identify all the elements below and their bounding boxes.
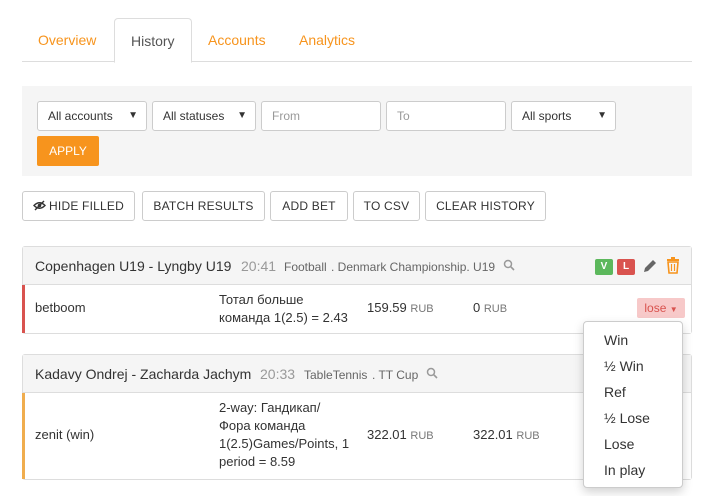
menu-item-in-play[interactable]: In play	[584, 457, 682, 483]
match-time: 20:41	[241, 258, 277, 274]
payout-amount: 0 RUB	[473, 300, 507, 315]
hide-filled-button[interactable]: HIDE FILLED	[22, 191, 135, 221]
accounts-select-value: All accounts	[48, 109, 113, 123]
status-dropdown-button[interactable]: lose ▼	[637, 298, 685, 318]
payout-currency: RUB	[483, 303, 508, 315]
stake-amount: 322.01 RUB	[367, 427, 434, 442]
to-csv-button[interactable]: TO CSV	[353, 191, 420, 221]
caret-down-icon: ▼	[669, 305, 678, 314]
league-name: . TT Cup	[372, 368, 419, 382]
payout-value: 322.01	[473, 427, 513, 442]
search-icon[interactable]	[503, 259, 515, 274]
status-bar	[22, 393, 25, 479]
clear-history-button[interactable]: CLEAR HISTORY	[425, 191, 546, 221]
search-icon[interactable]	[426, 367, 438, 382]
from-date-input[interactable]: From	[261, 101, 381, 131]
statuses-select-value: All statuses	[163, 109, 225, 123]
chevron-down-icon: ▼	[597, 110, 607, 121]
menu-item-half-win[interactable]: ½ Win	[584, 353, 682, 379]
account-name: betboom	[35, 300, 86, 315]
add-bet-button[interactable]: ADD BET	[270, 191, 348, 221]
sport-name: Football	[284, 260, 327, 274]
league-name: . Denmark Championship. U19	[331, 260, 496, 274]
tab-analytics[interactable]: Analytics	[283, 18, 371, 62]
stake-currency: RUB	[410, 303, 434, 315]
account-name: zenit (win)	[35, 427, 95, 442]
status-bar	[22, 285, 25, 333]
stake-value: 159.59	[367, 300, 407, 315]
payout-amount: 322.01 RUB	[473, 427, 540, 442]
batch-results-button[interactable]: BATCH RESULTS	[142, 191, 265, 221]
sports-select[interactable]: All sports ▼	[511, 101, 616, 131]
market-line: команда 1(2.5) = 2.43	[219, 310, 348, 325]
market-line: Фора команда	[219, 418, 306, 433]
menu-item-ref[interactable]: Ref	[584, 379, 682, 405]
market-line: Тотал больше	[219, 292, 304, 307]
accounts-select[interactable]: All accounts ▼	[37, 101, 147, 131]
to-date-input[interactable]: To	[386, 101, 506, 131]
sports-select-value: All sports	[522, 109, 572, 123]
bet-card-header: Copenhagen U19 - Lyngby U19 20:41 Footba…	[23, 247, 691, 285]
sport-name: TableTennis	[304, 368, 368, 382]
lose-badge[interactable]: L	[617, 259, 635, 275]
eye-slash-icon	[33, 200, 47, 211]
chevron-down-icon: ▼	[128, 110, 138, 121]
market-line: period = 8.59	[219, 454, 296, 469]
verified-badge[interactable]: V	[595, 259, 613, 275]
trash-icon[interactable]	[666, 257, 680, 277]
menu-item-win[interactable]: Win	[584, 327, 682, 353]
tab-overview[interactable]: Overview	[22, 18, 112, 62]
statuses-select[interactable]: All statuses ▼	[152, 101, 256, 131]
stake-value: 322.01	[367, 427, 407, 442]
menu-item-lose[interactable]: Lose	[584, 431, 682, 457]
stake-amount: 159.59 RUB	[367, 300, 434, 315]
filter-panel: All accounts ▼ All statuses ▼ From To Al…	[22, 86, 692, 176]
market-line: 1(2.5)Games/Points, 1	[219, 436, 350, 451]
tab-history[interactable]: History	[114, 18, 192, 63]
payout-currency: RUB	[516, 430, 540, 442]
market-text: Тотал больше команда 1(2.5) = 2.43	[219, 291, 348, 327]
match-title: Kadavy Ondrej - Zacharda Jachym	[35, 366, 252, 382]
market-text: 2-way: Гандикап/ Фора команда 1(2.5)Game…	[219, 399, 349, 471]
market-line: 2-way: Гандикап/	[219, 400, 321, 415]
tab-accounts[interactable]: Accounts	[192, 18, 282, 62]
status-label: lose	[644, 301, 667, 315]
status-dropdown-menu: Win ½ Win Ref ½ Lose Lose In play	[583, 321, 683, 488]
match-time: 20:33	[260, 366, 296, 382]
stake-currency: RUB	[410, 430, 434, 442]
match-title: Copenhagen U19 - Lyngby U19	[35, 258, 232, 274]
hide-filled-label: HIDE FILLED	[49, 199, 124, 213]
apply-button[interactable]: APPLY	[37, 136, 99, 166]
tab-bar: Overview History Accounts Analytics	[22, 18, 692, 63]
pencil-icon[interactable]	[642, 258, 658, 277]
menu-item-half-lose[interactable]: ½ Lose	[584, 405, 682, 431]
chevron-down-icon: ▼	[237, 110, 247, 121]
payout-value: 0	[473, 300, 481, 315]
